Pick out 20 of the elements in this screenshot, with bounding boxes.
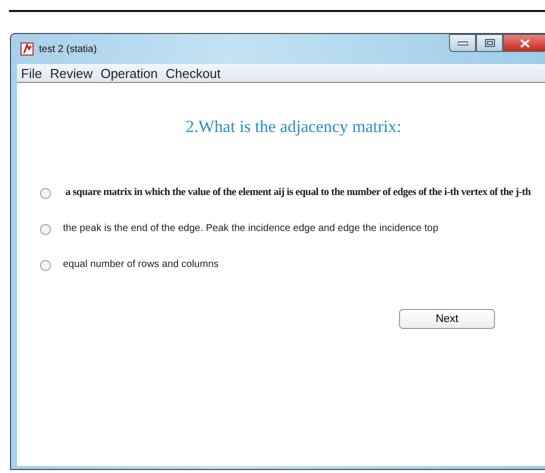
next-button[interactable]: Next	[399, 309, 495, 329]
maximize-button[interactable]	[476, 34, 503, 52]
minimize-icon	[458, 40, 468, 46]
document-icon	[20, 42, 34, 56]
menu-item[interactable]: Operation	[100, 66, 158, 80]
question-text: 2.What is the adjacency matrix:	[184, 117, 402, 137]
radio-button[interactable]	[40, 224, 51, 235]
window-title: test 2 (statia)	[39, 44, 97, 54]
option-text: the peak is the end of the edge. Peak the incidence edge and edge the incidence top	[63, 223, 440, 234]
radio-button[interactable]	[40, 260, 51, 271]
minimize-button[interactable]	[449, 34, 476, 52]
radio-button[interactable]	[40, 188, 51, 199]
close-button[interactable]	[503, 34, 545, 52]
menu-item[interactable]: Review	[50, 66, 93, 80]
option-text: equal number of rows and columns	[63, 259, 220, 270]
menu-item[interactable]: File	[21, 66, 42, 80]
maximize-icon	[484, 39, 494, 47]
close-icon	[520, 38, 530, 48]
menu-item[interactable]: Checkout	[166, 66, 221, 80]
option-text: a square matrix in which the value of the element aij is equal to the number of edges of the i-th vertex of the j-th	[64, 187, 532, 198]
